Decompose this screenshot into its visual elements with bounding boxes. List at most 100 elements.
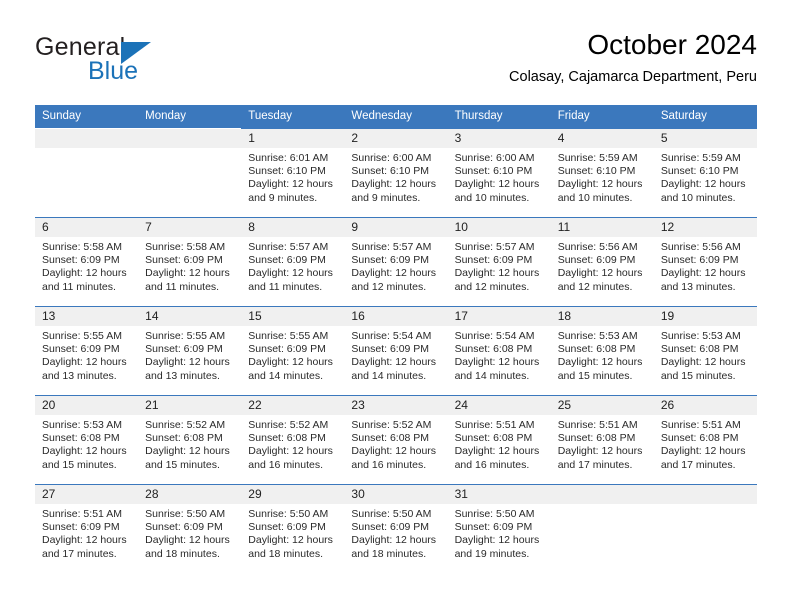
daylight-text: Daylight: 12 hours and 16 minutes. xyxy=(454,445,540,471)
day-cell[interactable]: 27 Sunrise: 5:51 AM Sunset: 6:09 PM Dayl… xyxy=(35,484,139,573)
sunset-text: Sunset: 6:09 PM xyxy=(248,521,326,534)
day-cell[interactable]: 30 Sunrise: 5:50 AM Sunset: 6:09 PM Dayl… xyxy=(344,484,448,573)
weekday-header-friday: Friday xyxy=(550,105,654,129)
day-cell[interactable]: 21 Sunrise: 5:52 AM Sunset: 6:08 PM Dayl… xyxy=(138,395,242,485)
day-details: Sunrise: 5:58 AM Sunset: 6:09 PM Dayligh… xyxy=(138,237,241,294)
daylight-text: Daylight: 12 hours and 12 minutes. xyxy=(351,267,437,293)
sunset-text: Sunset: 6:09 PM xyxy=(454,254,533,267)
daylight-text: Daylight: 12 hours and 19 minutes. xyxy=(454,534,540,560)
day-cell[interactable]: 1 Sunrise: 6:01 AM Sunset: 6:10 PM Dayli… xyxy=(241,128,345,218)
day-cell[interactable]: 31 Sunrise: 5:50 AM Sunset: 6:09 PM Dayl… xyxy=(447,484,551,573)
day-number: 12 xyxy=(653,218,757,237)
sunset-text: Sunset: 6:08 PM xyxy=(145,432,223,445)
sunset-text: Sunset: 6:08 PM xyxy=(454,432,533,445)
sunset-text: Sunset: 6:08 PM xyxy=(454,343,533,356)
sunrise-text: Sunrise: 5:55 AM xyxy=(248,330,329,342)
day-cell[interactable]: 19 Sunrise: 5:53 AM Sunset: 6:08 PM Dayl… xyxy=(653,306,757,396)
day-details: Sunrise: 5:52 AM Sunset: 6:08 PM Dayligh… xyxy=(138,415,241,472)
day-cell[interactable]: 12 Sunrise: 5:56 AM Sunset: 6:09 PM Dayl… xyxy=(653,217,757,307)
daylight-text: Daylight: 12 hours and 14 minutes. xyxy=(351,356,437,382)
sunrise-text: Sunrise: 5:50 AM xyxy=(145,508,226,520)
logo-text-blue: Blue xyxy=(88,57,139,85)
day-cell[interactable]: 23 Sunrise: 5:52 AM Sunset: 6:08 PM Dayl… xyxy=(344,395,448,485)
day-cell[interactable]: 10 Sunrise: 5:57 AM Sunset: 6:09 PM Dayl… xyxy=(447,217,551,307)
sunrise-text: Sunrise: 5:58 AM xyxy=(145,241,226,253)
daylight-text: Daylight: 12 hours and 14 minutes. xyxy=(248,356,333,382)
day-number: 6 xyxy=(35,218,139,237)
sunrise-text: Sunrise: 5:52 AM xyxy=(351,419,432,431)
day-number: 1 xyxy=(241,129,345,148)
day-cell[interactable]: 7 Sunrise: 5:58 AM Sunset: 6:09 PM Dayli… xyxy=(138,217,242,307)
day-cell[interactable]: 13 Sunrise: 5:55 AM Sunset: 6:09 PM Dayl… xyxy=(35,306,139,396)
daylight-text: Daylight: 12 hours and 11 minutes. xyxy=(42,267,127,293)
day-details: Sunrise: 5:59 AM Sunset: 6:10 PM Dayligh… xyxy=(654,148,757,205)
day-cell[interactable]: 4 Sunrise: 5:59 AM Sunset: 6:10 PM Dayli… xyxy=(550,128,654,218)
day-cell[interactable]: 2 Sunrise: 6:00 AM Sunset: 6:10 PM Dayli… xyxy=(344,128,448,218)
day-details: Sunrise: 5:54 AM Sunset: 6:09 PM Dayligh… xyxy=(344,326,447,383)
day-cell[interactable]: 3 Sunrise: 6:00 AM Sunset: 6:10 PM Dayli… xyxy=(447,128,551,218)
daylight-text: Daylight: 12 hours and 13 minutes. xyxy=(660,267,746,293)
day-number: 25 xyxy=(550,396,654,415)
day-details: Sunrise: 5:56 AM Sunset: 6:09 PM Dayligh… xyxy=(551,237,654,294)
day-number: 11 xyxy=(550,218,654,237)
day-cell[interactable]: 14 Sunrise: 5:55 AM Sunset: 6:09 PM Dayl… xyxy=(138,306,242,396)
sunrise-text: Sunrise: 6:00 AM xyxy=(454,152,535,164)
daylight-text: Daylight: 12 hours and 12 minutes. xyxy=(454,267,540,293)
sunset-text: Sunset: 6:10 PM xyxy=(660,165,739,178)
day-cell[interactable]: 17 Sunrise: 5:54 AM Sunset: 6:08 PM Dayl… xyxy=(447,306,551,396)
sunrise-text: Sunrise: 5:54 AM xyxy=(454,330,535,342)
day-cell[interactable]: 8 Sunrise: 5:57 AM Sunset: 6:09 PM Dayli… xyxy=(241,217,345,307)
day-details: Sunrise: 5:51 AM Sunset: 6:08 PM Dayligh… xyxy=(448,415,551,472)
day-cell[interactable]: 29 Sunrise: 5:50 AM Sunset: 6:09 PM Dayl… xyxy=(241,484,345,573)
daylight-text: Daylight: 12 hours and 17 minutes. xyxy=(557,445,643,471)
daylight-text: Daylight: 12 hours and 18 minutes. xyxy=(248,534,333,560)
day-details: Sunrise: 6:01 AM Sunset: 6:10 PM Dayligh… xyxy=(241,148,344,205)
day-number: 27 xyxy=(35,485,139,504)
day-details: Sunrise: 5:50 AM Sunset: 6:09 PM Dayligh… xyxy=(448,504,551,561)
day-number: 3 xyxy=(447,129,551,148)
page-header: General Blue October 2024 Colasay, Cajam… xyxy=(35,28,757,96)
sunrise-text: Sunrise: 5:51 AM xyxy=(660,419,741,431)
day-cell[interactable]: 5 Sunrise: 5:59 AM Sunset: 6:10 PM Dayli… xyxy=(653,128,757,218)
day-details: Sunrise: 5:55 AM Sunset: 6:09 PM Dayligh… xyxy=(138,326,241,383)
daylight-text: Daylight: 12 hours and 15 minutes. xyxy=(660,356,746,382)
daylight-text: Daylight: 12 hours and 10 minutes. xyxy=(660,178,746,204)
calendar-week-row: 27 Sunrise: 5:51 AM Sunset: 6:09 PM Dayl… xyxy=(35,484,757,573)
daylight-text: Daylight: 12 hours and 16 minutes. xyxy=(248,445,333,471)
day-cell[interactable]: 20 Sunrise: 5:53 AM Sunset: 6:08 PM Dayl… xyxy=(35,395,139,485)
day-cell[interactable]: 16 Sunrise: 5:54 AM Sunset: 6:09 PM Dayl… xyxy=(344,306,448,396)
day-cell[interactable]: 22 Sunrise: 5:52 AM Sunset: 6:08 PM Dayl… xyxy=(241,395,345,485)
daylight-text: Daylight: 12 hours and 16 minutes. xyxy=(351,445,437,471)
day-number: 30 xyxy=(344,485,448,504)
daylight-text: Daylight: 12 hours and 12 minutes. xyxy=(557,267,643,293)
sunset-text: Sunset: 6:08 PM xyxy=(557,343,636,356)
day-cell[interactable]: 24 Sunrise: 5:51 AM Sunset: 6:08 PM Dayl… xyxy=(447,395,551,485)
day-cell[interactable]: 15 Sunrise: 5:55 AM Sunset: 6:09 PM Dayl… xyxy=(241,306,345,396)
weekday-header-sunday: Sunday xyxy=(35,105,139,129)
weekday-header-wednesday: Wednesday xyxy=(344,105,448,129)
day-cell[interactable]: 18 Sunrise: 5:53 AM Sunset: 6:08 PM Dayl… xyxy=(550,306,654,396)
day-details: Sunrise: 5:50 AM Sunset: 6:09 PM Dayligh… xyxy=(138,504,241,561)
daylight-text: Daylight: 12 hours and 18 minutes. xyxy=(351,534,437,560)
sunset-text: Sunset: 6:10 PM xyxy=(248,165,326,178)
day-cell[interactable]: 25 Sunrise: 5:51 AM Sunset: 6:08 PM Dayl… xyxy=(550,395,654,485)
sunset-text: Sunset: 6:09 PM xyxy=(145,254,223,267)
day-cell[interactable]: 28 Sunrise: 5:50 AM Sunset: 6:09 PM Dayl… xyxy=(138,484,242,573)
day-number xyxy=(550,485,654,504)
day-details: Sunrise: 5:59 AM Sunset: 6:10 PM Dayligh… xyxy=(551,148,654,205)
day-number: 10 xyxy=(447,218,551,237)
calendar-week-row: 20 Sunrise: 5:53 AM Sunset: 6:08 PM Dayl… xyxy=(35,395,757,485)
day-cell[interactable]: 9 Sunrise: 5:57 AM Sunset: 6:09 PM Dayli… xyxy=(344,217,448,307)
day-number: 20 xyxy=(35,396,139,415)
day-cell[interactable]: 26 Sunrise: 5:51 AM Sunset: 6:08 PM Dayl… xyxy=(653,395,757,485)
page-subtitle: Colasay, Cajamarca Department, Peru xyxy=(509,69,757,85)
day-cell[interactable]: 6 Sunrise: 5:58 AM Sunset: 6:09 PM Dayli… xyxy=(35,217,139,307)
day-number: 26 xyxy=(653,396,757,415)
day-cell[interactable]: 11 Sunrise: 5:56 AM Sunset: 6:09 PM Dayl… xyxy=(550,217,654,307)
sunrise-text: Sunrise: 5:57 AM xyxy=(454,241,535,253)
sunset-text: Sunset: 6:09 PM xyxy=(351,254,430,267)
day-details: Sunrise: 6:00 AM Sunset: 6:10 PM Dayligh… xyxy=(344,148,447,205)
day-number: 4 xyxy=(550,129,654,148)
calendar-grid: Sunday Monday Tuesday Wednesday Thursday… xyxy=(35,105,757,573)
day-details: Sunrise: 5:50 AM Sunset: 6:09 PM Dayligh… xyxy=(241,504,344,561)
